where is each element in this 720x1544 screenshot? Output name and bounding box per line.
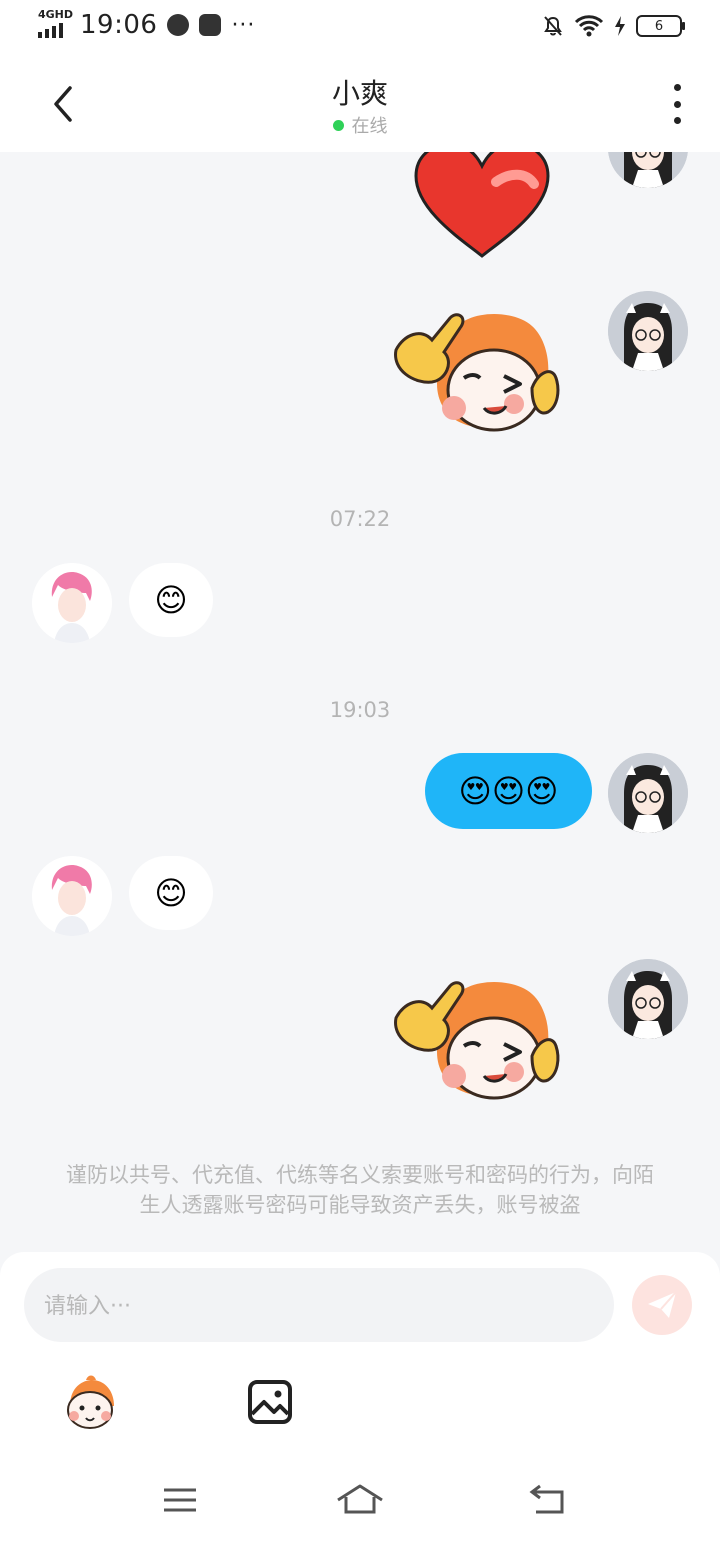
online-dot xyxy=(332,120,344,131)
chat-header: 小爽 在线 xyxy=(0,56,720,152)
more-notifications-icon: ··· xyxy=(231,12,256,38)
security-notice: 谨防以共号、代充值、代练等名义索要账号和密码的行为，向陌生人透露账号密码可能导致… xyxy=(66,1163,654,1217)
send-button[interactable] xyxy=(632,1275,692,1335)
message-timestamp: 19:03 xyxy=(329,698,391,722)
contact-name: 小爽 xyxy=(331,77,388,110)
heart-sticker[interactable] xyxy=(410,152,554,260)
more-vertical-icon[interactable] xyxy=(672,84,682,124)
received-message-bubble[interactable]: 😊 xyxy=(129,563,213,637)
status-bar-right: 6 xyxy=(542,14,685,38)
online-status-label: 在线 xyxy=(351,116,388,137)
image-gallery-icon[interactable] xyxy=(240,1372,300,1432)
wifi-icon xyxy=(574,15,604,37)
my-avatar[interactable] xyxy=(608,152,688,188)
music-app-icon xyxy=(199,14,222,36)
message-list[interactable]: 07:22 😊 19:03 😍😍😍 😊 xyxy=(0,152,720,1252)
charging-icon xyxy=(615,16,625,36)
mascot-ok-sticker[interactable] xyxy=(392,972,568,1104)
voice-app-icon xyxy=(167,14,190,36)
my-avatar[interactable] xyxy=(608,291,688,371)
cellular-signal-icon: 4GHD xyxy=(38,8,74,40)
system-nav-bar xyxy=(0,1452,720,1544)
my-avatar[interactable] xyxy=(608,959,688,1039)
message-input-box[interactable] xyxy=(24,1268,614,1344)
mascot-ok-sticker[interactable] xyxy=(392,304,568,436)
status-time: 19:06 xyxy=(80,10,158,40)
online-status: 在线 xyxy=(0,112,720,138)
chat-screen: 4GHD 19:06 ··· 6 小爽 在线 07:22 😊 19:03 😍😍😍… xyxy=(0,0,720,1544)
battery-indicator: 6 xyxy=(636,15,685,37)
status-bar: 4GHD 19:06 ··· 6 xyxy=(0,0,720,56)
send-paper-plane-icon xyxy=(648,1291,677,1318)
message-emoji: 😍😍😍 xyxy=(458,772,559,810)
my-avatar[interactable] xyxy=(608,753,688,833)
message-emoji: 😊 xyxy=(154,581,188,619)
message-timestamp: 07:22 xyxy=(329,507,391,531)
network-type: 4GHD xyxy=(38,8,74,21)
back-icon[interactable] xyxy=(518,1470,578,1530)
contact-avatar[interactable] xyxy=(32,563,112,643)
sent-message-bubble[interactable]: 😍😍😍 xyxy=(425,753,592,829)
message-input[interactable] xyxy=(42,1268,586,1344)
menu-icon[interactable] xyxy=(150,1470,210,1530)
contact-avatar[interactable] xyxy=(32,856,112,936)
received-message-bubble[interactable]: 😊 xyxy=(129,856,213,930)
battery-level: 6 xyxy=(654,18,664,34)
message-emoji: 😊 xyxy=(154,874,188,912)
status-bar-left: 4GHD 19:06 ··· xyxy=(38,8,256,40)
mascot-sticker-icon[interactable] xyxy=(60,1372,120,1432)
mute-bell-icon xyxy=(544,16,562,36)
home-icon[interactable] xyxy=(330,1470,390,1530)
